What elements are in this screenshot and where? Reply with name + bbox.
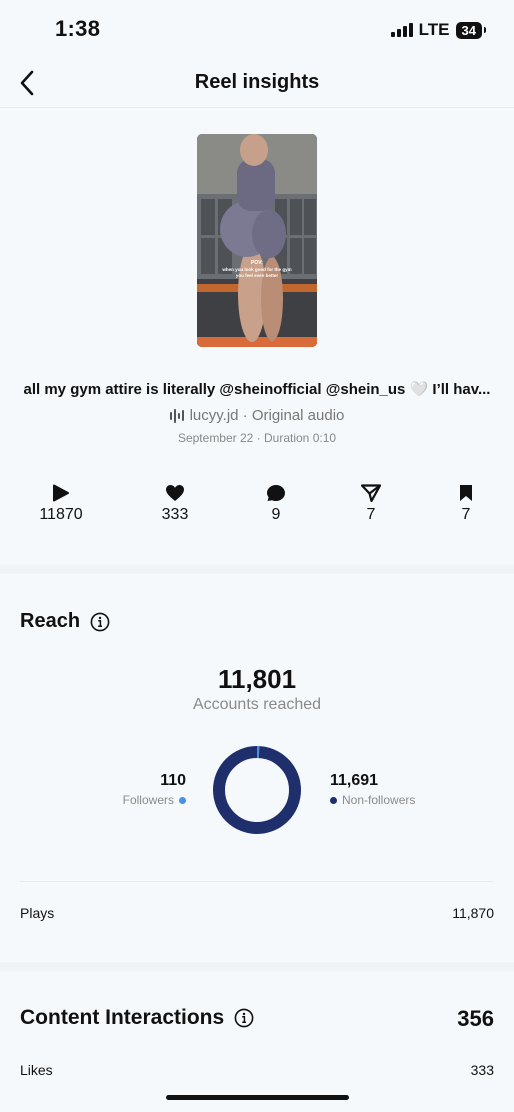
share-icon — [361, 484, 381, 502]
section-divider — [0, 565, 514, 574]
stat-plays: 11870 — [21, 484, 101, 524]
thumb-overlay-2: when you look good for the gym — [221, 267, 291, 272]
comment-icon — [267, 485, 285, 501]
audio-info[interactable]: lucyy.jd · Original audio — [0, 407, 514, 424]
saves-count: 7 — [461, 506, 471, 523]
reel-caption: all my gym attire is literally @sheinoff… — [23, 381, 491, 398]
status-time: 1:38 — [55, 16, 101, 41]
stats-row: 11870 333 9 7 7 — [0, 484, 514, 534]
likes-value: 333 — [470, 1062, 494, 1078]
comments-count: 9 — [271, 506, 281, 523]
reach-heading: Reach — [20, 610, 110, 633]
status-bar: 1:38 LTE 34 — [0, 0, 514, 56]
status-indicators: LTE 34 — [390, 20, 487, 40]
legend-followers: 110 Followers — [60, 772, 186, 807]
stat-likes: 333 — [135, 484, 215, 524]
audio-wave-icon — [169, 408, 184, 423]
nav-bar: Reel insights — [0, 58, 514, 108]
reel-thumbnail[interactable]: POV: when you look good for the gym you … — [197, 134, 317, 347]
reel-thumbnail-image: POV: when you look good for the gym you … — [197, 134, 317, 347]
shares-count: 7 — [366, 506, 376, 523]
reach-title: Reach — [20, 610, 81, 632]
stat-comments: 9 — [236, 484, 316, 524]
plays-row: Plays 11,870 — [20, 905, 494, 921]
followers-label: Followers — [122, 793, 174, 807]
bookmark-icon — [460, 485, 472, 501]
followers-value: 110 — [160, 772, 186, 789]
stat-saves: 7 — [426, 484, 506, 524]
thumb-overlay-1: POV: — [251, 260, 263, 266]
plays-value: 11,870 — [452, 905, 494, 921]
interactions-heading: Content Interactions — [20, 1006, 254, 1030]
non-followers-arc — [213, 746, 301, 834]
non-followers-dot — [330, 796, 337, 804]
battery-icon: 34 — [455, 21, 487, 39]
likes-count: 333 — [161, 506, 189, 523]
non-followers-label: Non-followers — [342, 793, 416, 807]
page-title: Reel insights — [194, 71, 320, 93]
likes-row: Likes 333 — [20, 1062, 494, 1078]
non-followers-value: 11,691 — [330, 772, 379, 789]
interactions-title: Content Interactions — [20, 1006, 225, 1029]
accounts-reached-label: Accounts reached — [192, 696, 322, 713]
info-icon[interactable] — [234, 1008, 254, 1028]
home-indicator[interactable] — [166, 1095, 349, 1100]
play-icon — [53, 484, 69, 502]
thumb-overlay-3: you feel even better — [236, 273, 279, 278]
followers-dot — [179, 796, 186, 804]
stat-shares: 7 — [331, 484, 411, 524]
likes-label: Likes — [20, 1062, 53, 1078]
reel-meta: September 22 · Duration 0:10 — [177, 431, 337, 445]
network-type: LTE — [418, 20, 450, 39]
plays-label: Plays — [20, 905, 55, 921]
reach-donut-chart — [213, 746, 301, 834]
heart-icon — [166, 485, 184, 501]
audio-label: lucyy.jd · Original audio — [189, 407, 345, 424]
legend-non-followers: 11,691 Non-followers — [330, 772, 470, 807]
row-divider — [20, 881, 494, 882]
interactions-total: 356 — [457, 1006, 494, 1031]
plays-count: 11870 — [39, 506, 83, 523]
section-divider — [0, 962, 514, 971]
signal-icon — [390, 23, 413, 37]
accounts-reached-value: 11,801 — [217, 664, 297, 694]
info-icon[interactable] — [90, 612, 110, 632]
